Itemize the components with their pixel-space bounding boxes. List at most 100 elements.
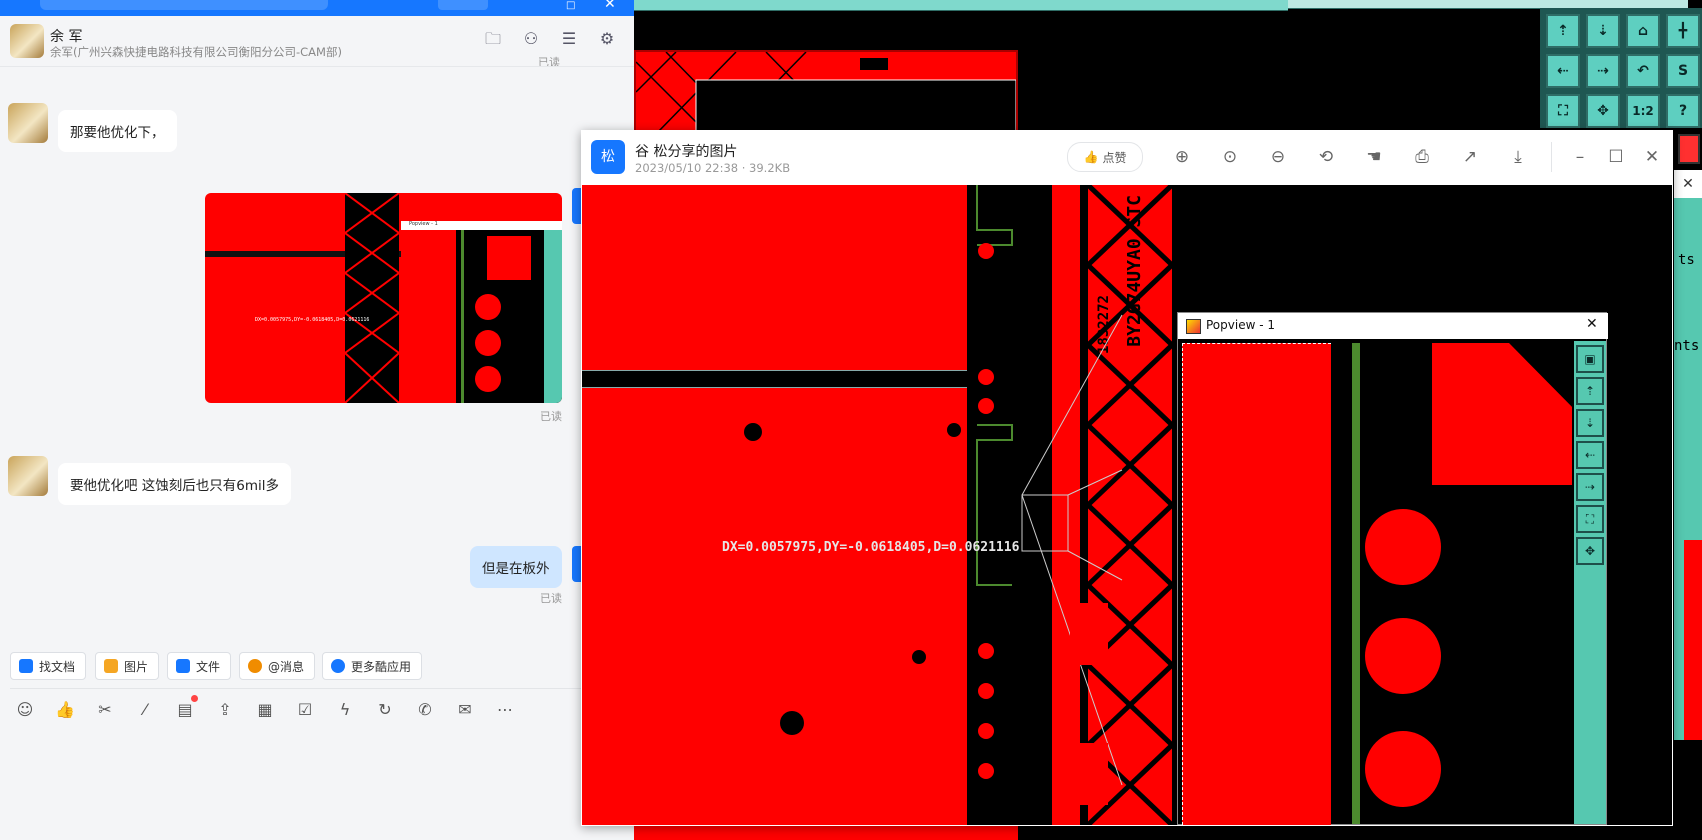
popview-pad [1365, 618, 1441, 694]
minimize-icon[interactable]: – [1567, 144, 1593, 170]
fit-icon[interactable]: ⊙ [1217, 144, 1243, 170]
more-apps-button[interactable]: 更多酷应用 [322, 652, 423, 680]
close-icon[interactable]: ✕ [1639, 144, 1665, 170]
like-icon[interactable]: 👍 [53, 698, 77, 722]
upload-icon[interactable]: ⇪ [213, 698, 237, 722]
rotate-icon[interactable]: ⟲ [1313, 144, 1339, 170]
image-message[interactable]: Popview - 1 DX=0.0057975,DY=-0.0618405,D… [205, 193, 562, 403]
thumb-popview-pad [487, 236, 531, 280]
popview-zoom-icon[interactable]: ⛶ [1576, 505, 1604, 533]
like-button[interactable]: 👍 点赞 [1067, 142, 1143, 172]
popview-left-icon[interactable]: ⇠ [1576, 441, 1604, 469]
cam-tool-fit-icon[interactable]: ⛶ [1546, 94, 1580, 128]
folder-icon [176, 659, 190, 673]
at-icon [248, 659, 262, 673]
cam-tool-center-icon[interactable]: ✥ [1586, 94, 1620, 128]
thumb-pad-2 [475, 330, 501, 356]
check-icon[interactable]: ☑ [293, 698, 317, 722]
find-doc-button[interactable]: 找文档 [10, 652, 87, 680]
viewer-subtitle: 2023/05/10 22:38 · 39.2KB [635, 161, 791, 175]
cam-side-text-1: ts [1678, 252, 1695, 268]
cam-tool-top-icon[interactable]: ⇡ [1546, 14, 1580, 48]
thumbs-up-icon: 👍 [1083, 150, 1099, 164]
more-apps-label: 更多酷应用 [351, 659, 412, 674]
image-viewer-window: 松 谷 松分享的图片 2023/05/10 22:38 · 39.2KB 👍 点赞… [581, 130, 1673, 826]
cam-side-text-2: nts [1674, 338, 1700, 354]
thumb-pad-1 [475, 294, 501, 320]
mail-icon[interactable]: ✉ [453, 698, 477, 722]
cam-tool-snake-icon[interactable]: S [1666, 54, 1700, 88]
cam-tool-bottom-icon[interactable]: ⇣ [1586, 14, 1620, 48]
pad [978, 763, 994, 779]
cam-tool-undo-icon[interactable]: ↶ [1626, 54, 1660, 88]
cam-tool-palette: ⇡ ⇣ ⌂ ╋ ⇠ ⇢ ↶ S ⛶ ✥ 1:2 ? [1540, 8, 1702, 128]
settings-gear-icon[interactable]: ⚙ [596, 28, 618, 50]
popview-toolbar: ▣ ⇡ ⇣ ⇠ ⇢ ⛶ ✥ [1574, 341, 1606, 824]
read-status: 已读 [540, 410, 562, 423]
window-close-icon[interactable]: ✕ [604, 0, 616, 12]
zoom-out-icon[interactable]: ⊖ [1265, 144, 1291, 170]
lightning-icon[interactable]: ϟ [333, 698, 357, 722]
pcb-outline-svg [976, 185, 1123, 786]
pad [978, 369, 994, 385]
folder-icon[interactable]: 🗀 [482, 28, 504, 50]
image-button[interactable]: 图片 [95, 652, 160, 680]
print-icon[interactable]: ⎙ [1409, 144, 1435, 170]
popview-center-icon[interactable]: ✥ [1576, 537, 1604, 565]
phone-icon[interactable]: ✆ [413, 698, 437, 722]
emoji-icon[interactable]: ☺ [13, 698, 37, 722]
message-bubble-me[interactable]: 但是在板外 [470, 546, 562, 588]
popview-pad-rect [1432, 343, 1572, 485]
contact-avatar[interactable] [10, 24, 44, 58]
cam-side-close-icon[interactable]: ✕ [1674, 170, 1702, 198]
hand-icon[interactable]: ☚ [1361, 144, 1387, 170]
cam-tool-corner-icon[interactable]: ╋ [1666, 14, 1700, 48]
thumb-popview-red [401, 230, 456, 403]
cam-tool-help-button[interactable]: ? [1666, 94, 1700, 128]
cam-tool-scale-button[interactable]: 1:2 [1626, 94, 1660, 128]
popview-close-icon[interactable]: ✕ [1586, 316, 1598, 332]
message-bubble[interactable]: 要他优化吧 这蚀刻后也只有6mil多 [58, 463, 292, 505]
thumb-popview-tools [544, 230, 562, 403]
add-member-icon[interactable]: ⚇ [520, 28, 542, 50]
slash-icon[interactable]: ⁄ [133, 698, 157, 722]
at-label: @消息 [268, 659, 305, 674]
popview-title: Popview - 1 [1206, 318, 1275, 332]
maximize-icon[interactable]: ☐ [1603, 144, 1629, 170]
contact-name: 余 军 [50, 29, 83, 45]
scissors-icon[interactable]: ✂ [93, 698, 117, 722]
sharer-avatar: 松 [591, 140, 625, 174]
thumb-popview-title: Popview - 1 [409, 221, 438, 227]
popview-right-icon[interactable]: ⇢ [1576, 473, 1604, 501]
cam-tool-right-icon[interactable]: ⇢ [1586, 54, 1620, 88]
cam-board-hatch [636, 52, 1016, 130]
message-avatar[interactable] [8, 103, 48, 143]
cam-tool-left-icon[interactable]: ⇠ [1546, 54, 1580, 88]
message-bubble[interactable]: 那要他优化下， [58, 110, 177, 152]
at-message-button[interactable]: @消息 [239, 652, 316, 680]
viewer-title: 谷 松分享的图片 [635, 144, 738, 160]
calendar-icon[interactable]: ▦ [253, 698, 277, 722]
cam-side-indicator-icon[interactable] [1678, 134, 1700, 164]
search-history-icon[interactable]: ☰ [558, 28, 580, 50]
popview-fit-icon[interactable]: ▣ [1576, 345, 1604, 373]
viewer-image: BY2G74UYA0 STC 1832272 DX=0.0057975,DY=-… [582, 185, 1672, 825]
share-icon[interactable]: ↗ [1457, 144, 1483, 170]
notification-dot [191, 695, 198, 702]
popview-app-icon [1186, 319, 1201, 334]
image-icon [104, 659, 118, 673]
cam-tool-home-icon[interactable]: ⌂ [1626, 14, 1660, 48]
file-button[interactable]: 文件 [167, 652, 232, 680]
more-icon[interactable]: ⋯ [493, 698, 517, 722]
search-input[interactable] [40, 0, 328, 10]
window-minimize-icon[interactable]: □ [566, 0, 580, 11]
message-avatar[interactable] [8, 456, 48, 496]
cam-board-bottom [634, 826, 1018, 840]
add-button[interactable] [438, 0, 488, 10]
zoom-in-icon[interactable]: ⊕ [1169, 144, 1195, 170]
download-icon[interactable]: ⤓ [1505, 144, 1531, 170]
popview-bottom-icon[interactable]: ⇣ [1576, 409, 1604, 437]
refresh-icon[interactable]: ↻ [373, 698, 397, 722]
popview-top-icon[interactable]: ⇡ [1576, 377, 1604, 405]
via [1022, 311, 1036, 325]
